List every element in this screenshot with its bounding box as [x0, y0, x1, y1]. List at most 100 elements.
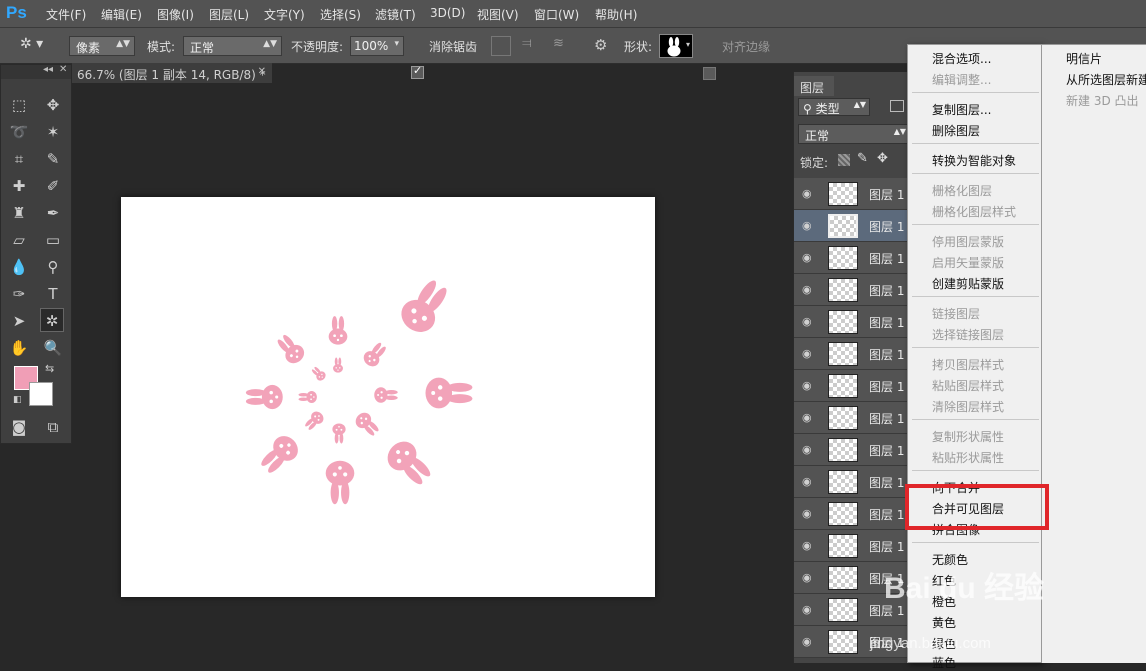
- magic-wand-tool-icon[interactable]: ✶: [41, 120, 65, 144]
- layer-blend-mode-dropdown[interactable]: 正常 ▲▼: [798, 124, 910, 144]
- menu-bar: Ps 文件(F) 编辑(E) 图像(I) 图层(L) 文字(Y) 选择(S) 滤…: [0, 0, 1146, 28]
- layer-row[interactable]: ◉ 图层 1: [794, 306, 914, 338]
- menu-item-new-from-selected[interactable]: 从所选图层新建: [1066, 71, 1146, 88]
- lock-position-icon[interactable]: ✥: [877, 151, 888, 166]
- tool-mode-dropdown[interactable]: 像素 ▲▼: [69, 36, 135, 56]
- menu-item-blending-options[interactable]: 混合选项...: [932, 50, 991, 67]
- swap-colors-icon[interactable]: ⇆: [45, 362, 54, 375]
- menu-window[interactable]: 窗口(W): [534, 6, 579, 23]
- eye-icon[interactable]: ◉: [802, 507, 816, 521]
- hand-tool-icon[interactable]: ✋: [7, 336, 31, 360]
- menu-filter[interactable]: 滤镜(T): [375, 6, 416, 23]
- layer-row[interactable]: ◉ 图层 1: [794, 274, 914, 306]
- eye-icon[interactable]: ◉: [802, 347, 816, 361]
- menu-edit[interactable]: 编辑(E): [101, 6, 142, 23]
- brush-tool-icon[interactable]: ✐: [41, 174, 65, 198]
- pen-tool-icon[interactable]: ✑: [7, 282, 31, 306]
- eye-icon[interactable]: ◉: [802, 251, 816, 265]
- eye-icon[interactable]: ◉: [802, 603, 816, 617]
- eye-icon[interactable]: ◉: [802, 379, 816, 393]
- menu-item-create-clipping-mask[interactable]: 创建剪贴蒙版: [932, 275, 1004, 292]
- image-filter-icon[interactable]: [890, 100, 904, 112]
- eye-icon[interactable]: ◉: [802, 219, 816, 233]
- shape-picker[interactable]: ▾: [659, 34, 693, 58]
- tools-panel-header[interactable]: ◂◂ ✕: [1, 64, 71, 79]
- layer-thumbnail: [828, 598, 858, 622]
- menu-item-convert-smart-object[interactable]: 转换为智能对象: [932, 152, 1016, 169]
- layer-row[interactable]: ◉ 图层 1: [794, 242, 914, 274]
- eye-icon[interactable]: ◉: [802, 475, 816, 489]
- gradient-tool-icon[interactable]: ▭: [41, 228, 65, 252]
- marquee-tool-icon[interactable]: ⬚: [7, 93, 31, 117]
- gear-icon[interactable]: ⚙: [594, 36, 614, 56]
- antialias-checkbox[interactable]: ✓: [411, 64, 424, 79]
- layer-row[interactable]: ◉ 图层 1: [794, 402, 914, 434]
- menu-select[interactable]: 选择(S): [320, 6, 361, 23]
- eraser-tool-icon[interactable]: ▱: [7, 228, 31, 252]
- align-edges-checkbox[interactable]: [703, 67, 716, 80]
- layer-filter-dropdown[interactable]: ⚲ 类型 ▲▼: [798, 98, 870, 116]
- menu-file[interactable]: 文件(F): [46, 6, 86, 23]
- document-canvas[interactable]: [121, 197, 655, 597]
- menu-item-postcard[interactable]: 明信片: [1066, 50, 1102, 67]
- menu-item-duplicate-layer[interactable]: 复制图层...: [932, 101, 991, 118]
- menu-view[interactable]: 视图(V): [477, 6, 519, 23]
- layer-row[interactable]: ◉ 图层 1: [794, 498, 914, 530]
- path-operations-icon[interactable]: [491, 36, 511, 56]
- layer-thumbnail: [828, 630, 858, 654]
- background-color-swatch[interactable]: [29, 382, 53, 406]
- menu-image[interactable]: 图像(I): [157, 6, 194, 23]
- eye-icon[interactable]: ◉: [802, 187, 816, 201]
- eye-icon[interactable]: ◉: [802, 283, 816, 297]
- history-brush-tool-icon[interactable]: ✒: [41, 201, 65, 225]
- eye-icon[interactable]: ◉: [802, 411, 816, 425]
- eye-icon[interactable]: ◉: [802, 315, 816, 329]
- path-alignment-icon[interactable]: ⫤: [522, 36, 542, 56]
- close-icon[interactable]: ✕: [258, 66, 266, 77]
- blend-mode-dropdown[interactable]: 正常 ▲▼: [183, 36, 282, 56]
- menu-item-delete-layer[interactable]: 删除图层: [932, 122, 980, 139]
- custom-shape-tool-icon[interactable]: ✲: [40, 308, 64, 332]
- path-selection-tool-icon[interactable]: ➤: [7, 309, 31, 333]
- clone-stamp-tool-icon[interactable]: ♜: [7, 201, 31, 225]
- layer-row[interactable]: ◉ 图层 1: [794, 338, 914, 370]
- opacity-input[interactable]: 100% ▾: [350, 36, 404, 56]
- layer-row[interactable]: ◉ 图层 1: [794, 178, 914, 210]
- lock-transparency-icon[interactable]: [838, 154, 850, 166]
- lasso-tool-icon[interactable]: ➰: [7, 120, 31, 144]
- layer-row[interactable]: ◉ 图层 1: [794, 466, 914, 498]
- eye-icon[interactable]: ◉: [802, 539, 816, 553]
- type-tool-icon[interactable]: T: [41, 282, 65, 306]
- eye-icon[interactable]: ◉: [802, 443, 816, 457]
- layer-row-selected[interactable]: ◉ 图层 1: [794, 210, 914, 242]
- menu-separator: [912, 296, 1039, 297]
- blur-tool-icon[interactable]: 💧: [7, 255, 31, 279]
- zoom-tool-icon[interactable]: 🔍: [41, 336, 65, 360]
- default-colors-icon[interactable]: ◧: [13, 395, 22, 405]
- collapse-icon[interactable]: ◂◂: [43, 64, 53, 75]
- menu-help[interactable]: 帮助(H): [595, 6, 637, 23]
- layer-row[interactable]: ◉ 图层 1: [794, 370, 914, 402]
- crop-tool-icon[interactable]: ⌗: [7, 147, 31, 171]
- move-tool-icon[interactable]: ✥: [41, 93, 65, 117]
- quick-mask-icon[interactable]: ◙: [7, 415, 31, 439]
- mode-label: 模式:: [147, 40, 176, 54]
- custom-shape-tool-preset-icon[interactable]: ✲ ▾: [20, 36, 56, 56]
- menu-3d[interactable]: 3D(D): [430, 6, 465, 20]
- eye-icon[interactable]: ◉: [802, 635, 816, 649]
- layer-name: 图层 1: [869, 188, 905, 202]
- document-tab[interactable]: 66.7% (图层 1 副本 14, RGB/8) * ✕: [72, 63, 272, 83]
- menu-item-rasterize-layer-style: 栅格化图层样式: [932, 205, 1017, 219]
- eye-icon[interactable]: ◉: [802, 571, 816, 585]
- screen-mode-icon[interactable]: ⧉: [41, 415, 65, 439]
- layer-row[interactable]: ◉ 图层 1: [794, 434, 914, 466]
- close-icon[interactable]: ✕: [59, 64, 67, 75]
- menu-type[interactable]: 文字(Y): [264, 6, 305, 23]
- eyedropper-tool-icon[interactable]: ✎: [41, 147, 65, 171]
- path-arrangement-icon[interactable]: ≋: [553, 36, 573, 56]
- layers-tab[interactable]: 图层: [794, 76, 834, 96]
- dodge-tool-icon[interactable]: ⚲: [41, 255, 65, 279]
- menu-layer[interactable]: 图层(L): [209, 6, 249, 23]
- healing-brush-tool-icon[interactable]: ✚: [7, 174, 31, 198]
- lock-pixels-icon[interactable]: ✎: [857, 151, 868, 166]
